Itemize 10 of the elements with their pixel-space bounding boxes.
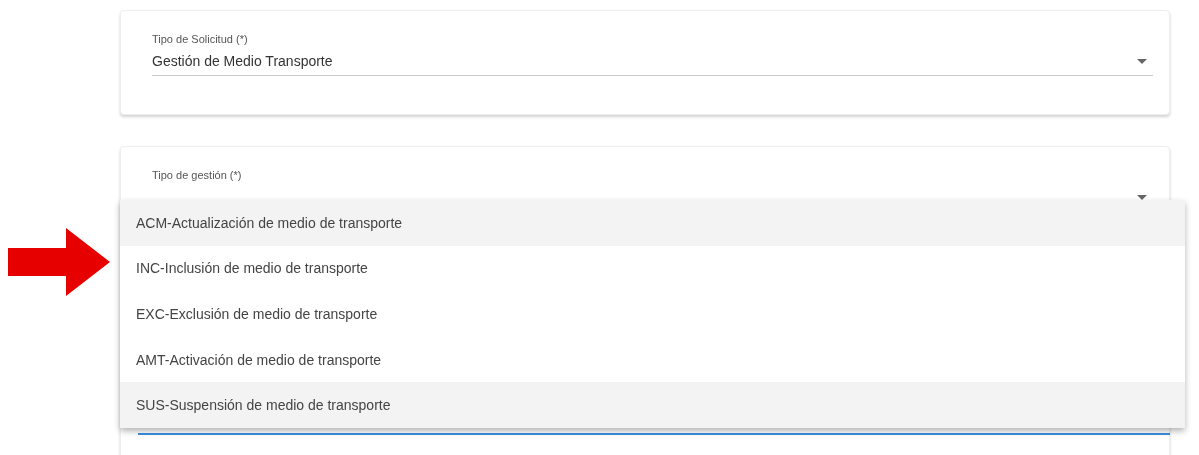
arrow-icon: [8, 228, 110, 296]
field-label: Tipo de Solicitud (*): [152, 33, 249, 45]
menu-option[interactable]: SUS-Suspensión de medio de transporte: [120, 382, 1185, 428]
field-label: Tipo de gestión (*): [152, 169, 243, 181]
menu-option[interactable]: ACM-Actualización de medio de transporte: [120, 200, 1185, 246]
menu-option[interactable]: INC-Inclusión de medio de transporte: [120, 245, 1185, 292]
menu-option[interactable]: AMT-Activación de medio de transporte: [120, 336, 1185, 383]
menu-option[interactable]: EXC-Exclusión de medio de transporte: [120, 291, 1185, 337]
caret-icon: [1137, 58, 1147, 64]
dropdown-field[interactable]: Gestión de Medio Transporte: [152, 47, 1153, 76]
